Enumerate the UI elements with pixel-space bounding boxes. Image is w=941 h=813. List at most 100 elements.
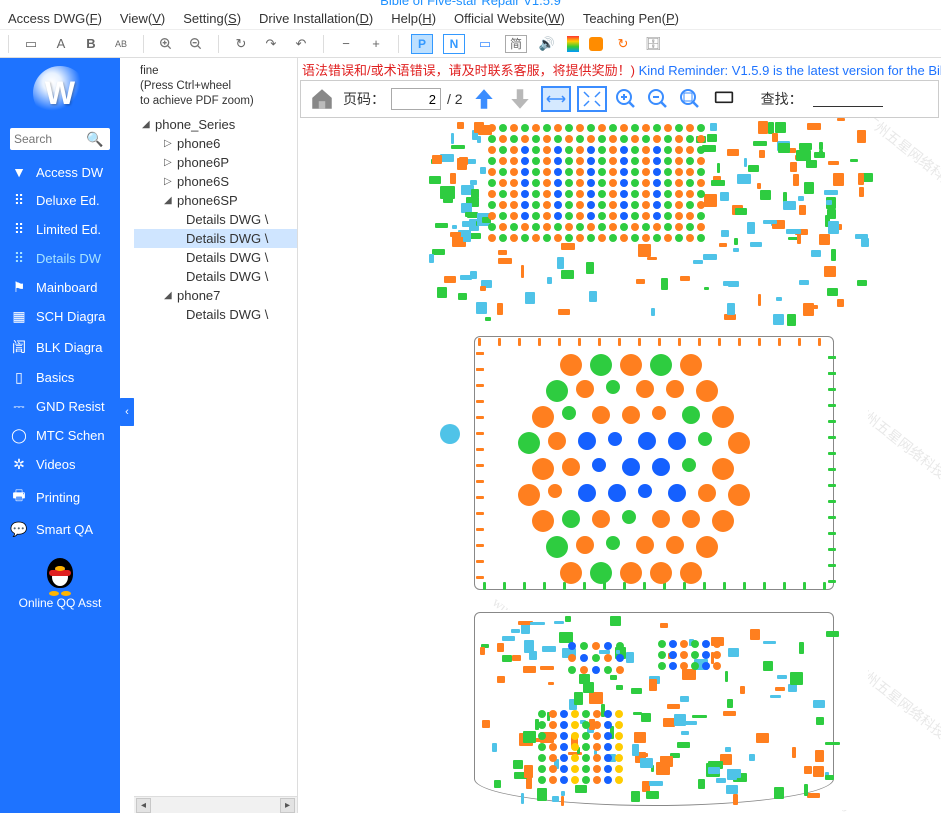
sidebar-item-1[interactable]: ⠿ Deluxe Ed. <box>0 186 120 215</box>
divider <box>323 35 324 53</box>
page-total: / 2 <box>447 91 463 107</box>
sidebar-icon: ▯ <box>10 369 28 386</box>
sidebar-item-0[interactable]: ▼Access DW <box>0 158 120 186</box>
sidebar-icon: 🖶 <box>10 485 28 509</box>
tree-node-0[interactable]: ▷phone6 <box>134 134 297 153</box>
menu-access-dwg[interactable]: Access DWG(F) <box>8 11 102 26</box>
zoom-out-icon[interactable] <box>186 34 206 54</box>
scroll-left-button[interactable]: ◂ <box>136 798 151 813</box>
sidebar-item-4[interactable]: ⚑Mainboard <box>0 273 120 302</box>
tree-node-5[interactable]: Details DWG \ <box>134 229 297 248</box>
fit-width-icon[interactable] <box>541 84 571 114</box>
menu-setting[interactable]: Setting(S) <box>183 11 241 26</box>
sidebar-item-3[interactable]: ⠿ Details DW <box>0 244 120 273</box>
bold-b-icon[interactable]: B <box>81 34 101 54</box>
pcb-diagram-top <box>428 118 868 318</box>
fit-page-icon[interactable] <box>577 84 607 114</box>
tree-node-2[interactable]: ▷phone6S <box>134 172 297 191</box>
sidebar-item-11[interactable]: 🖶 Printing <box>0 479 120 515</box>
lang-cn-button[interactable]: 简 <box>505 35 527 53</box>
menu-website[interactable]: Official Website(W) <box>454 11 565 26</box>
tree-node-1[interactable]: ▷phone6P <box>134 153 297 172</box>
menu-view[interactable]: View(V) <box>120 11 165 26</box>
qq-penguin-icon <box>41 552 79 596</box>
sidebar-item-12[interactable]: 💬Smart QA <box>0 515 120 544</box>
sidebar-icon: ⠿ <box>10 192 28 209</box>
menu-pen[interactable]: Teaching Pen(P) <box>583 11 679 26</box>
zoom-in-icon[interactable] <box>156 34 176 54</box>
search-input[interactable] <box>14 132 86 146</box>
tree-hscroll[interactable]: ◂ ▸ <box>134 796 297 813</box>
sidebar-item-9[interactable]: ◯ MTC Schen <box>0 421 120 450</box>
sidebar-item-2[interactable]: ⠿ Limited Ed. <box>0 215 120 244</box>
search-box[interactable]: 🔍 <box>10 128 110 150</box>
color-swatch-icon[interactable] <box>567 36 579 52</box>
plus-icon[interactable]: + <box>366 34 386 54</box>
screen-icon[interactable]: ▭ <box>475 34 495 54</box>
sidebar-label: MTC Schen <box>36 428 105 443</box>
page-down-icon[interactable] <box>505 84 535 114</box>
tree-node-4[interactable]: Details DWG \ <box>134 210 297 229</box>
tree-node-8[interactable]: ◢phone7 <box>134 286 297 305</box>
sidebar-item-8[interactable]: ⎓GND Resist <box>0 392 120 421</box>
qq-assistant[interactable]: Online QQ Asst <box>19 552 102 610</box>
sidebar-icon: ⠿ <box>10 221 28 238</box>
speaker-icon[interactable]: 🔊 <box>537 34 557 54</box>
menu-help[interactable]: Help(H) <box>391 11 436 26</box>
sidebar-label: Printing <box>36 490 80 505</box>
pdf-viewer[interactable]: wuxinji.com WXJ023050广州五星网络科技有限公司wuxinji… <box>298 118 941 813</box>
refresh-icon[interactable]: ↻ <box>231 34 251 54</box>
sidebar-icon: 訚 <box>10 337 28 357</box>
page-up-icon[interactable] <box>469 84 499 114</box>
sidebar-label: Access DW <box>36 165 103 180</box>
menu-drive[interactable]: Drive Installation(D) <box>259 11 373 26</box>
divider <box>398 35 399 53</box>
mode-n-button[interactable]: N <box>443 34 465 54</box>
minus-icon[interactable]: − <box>336 34 356 54</box>
redo-icon[interactable]: ↷ <box>261 34 281 54</box>
app-logo: W <box>33 66 87 120</box>
collapse-column: ‹ ‹ <box>120 58 134 813</box>
tree-node-3[interactable]: ◢phone6SP <box>134 191 297 210</box>
divider <box>143 35 144 53</box>
title-bar: Bible of Five-star Repair V1.5.9 <box>0 0 941 8</box>
undo-icon[interactable]: ↶ <box>291 34 311 54</box>
rect-tool-icon[interactable]: ▭ <box>21 34 41 54</box>
highlight-icon[interactable] <box>589 37 603 51</box>
tree-node-9[interactable]: Details DWG \ <box>134 305 297 324</box>
tree-node-6[interactable]: Details DWG \ <box>134 248 297 267</box>
mode-p-button[interactable]: P <box>411 34 433 54</box>
fullscreen-icon[interactable] <box>709 84 739 114</box>
sidebar-icon: ⠿ <box>10 250 28 267</box>
sidebar-item-10[interactable]: ✲Videos <box>0 450 120 479</box>
sidebar-item-7[interactable]: ▯ Basics <box>0 363 120 392</box>
notice-banner: 语法错误和/或术语错误，请及时联系客服，将提供奖励！) Kind Reminde… <box>298 58 941 80</box>
tree-root[interactable]: ◢phone_Series <box>134 115 297 134</box>
page-input[interactable] <box>391 88 441 110</box>
zoom-in-pdf-icon[interactable] <box>613 86 639 112</box>
database-icon[interactable]: 🗄 <box>643 34 663 54</box>
model-tree[interactable]: ◢phone_Series▷phone6▷phone6P▷phone6S◢pho… <box>134 111 297 796</box>
zoom-out-pdf-icon[interactable] <box>645 86 671 112</box>
sidebar-label: Limited Ed. <box>36 222 101 237</box>
sidebar-label: Details DW <box>36 251 101 266</box>
sidebar-icon: ◯ <box>10 427 28 444</box>
content-area: 语法错误和/或术语错误，请及时联系客服，将提供奖励！) Kind Reminde… <box>298 58 941 813</box>
pcb-diagram-bottom <box>428 610 868 810</box>
sidebar-item-6[interactable]: 訚BLK Diagra <box>0 331 120 363</box>
sidebar-item-5[interactable]: ▦SCH Diagra <box>0 302 120 331</box>
find-input[interactable] <box>813 91 883 107</box>
zoom-region-icon[interactable] <box>677 86 703 112</box>
sidebar-icon: ⚑ <box>10 279 28 296</box>
scroll-right-button[interactable]: ▸ <box>280 798 295 813</box>
search-icon[interactable]: 🔍 <box>86 131 103 148</box>
sidebar-label: Deluxe Ed. <box>36 193 100 208</box>
home-icon[interactable] <box>307 84 337 114</box>
sidebar-label: Basics <box>36 370 74 385</box>
small-ab-icon[interactable]: AB <box>111 34 131 54</box>
reload-orange-icon[interactable]: ↻ <box>613 34 633 54</box>
sidebar-icon: ⎓ <box>10 398 28 415</box>
collapse-tree-button[interactable]: ‹ <box>120 398 134 426</box>
tree-node-7[interactable]: Details DWG \ <box>134 267 297 286</box>
text-a-icon[interactable]: A <box>51 34 71 54</box>
